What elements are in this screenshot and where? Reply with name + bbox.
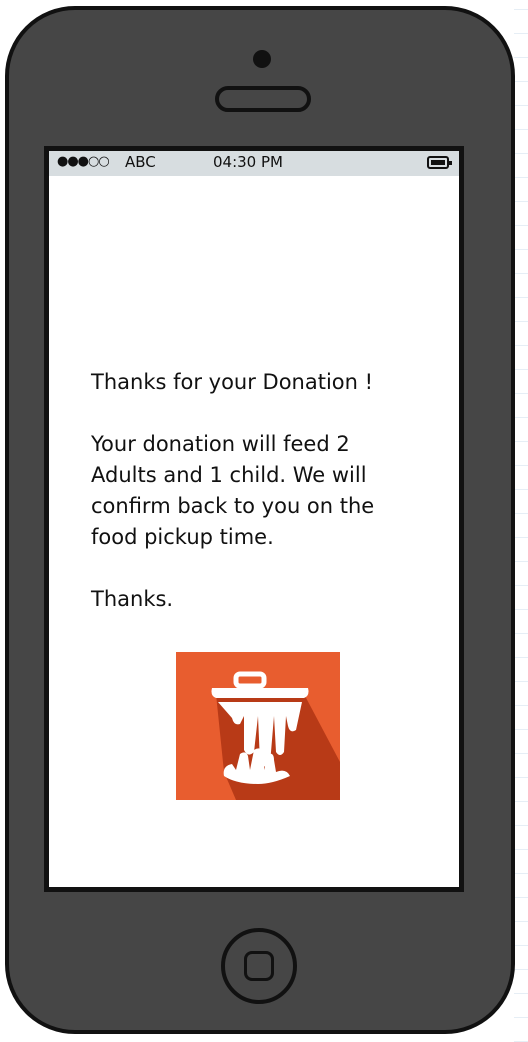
home-square-icon — [244, 951, 274, 981]
trash-can-hand-icon — [176, 652, 340, 800]
message-closing: Thanks. — [91, 587, 174, 611]
message-body: Your donation will feed 2 Adults and 1 c… — [91, 432, 375, 549]
home-button[interactable] — [221, 928, 297, 1004]
signal-strength: ●●●○○ — [57, 154, 110, 169]
status-bar: ●●●○○ ABC 04:30 PM — [49, 151, 459, 176]
camera-icon — [253, 50, 271, 68]
message-heading: Thanks for your Donation ! — [91, 370, 374, 394]
confirmation-message: Thanks for your Donation ! Your donation… — [91, 367, 421, 646]
speaker-icon — [215, 86, 311, 112]
background-grid — [514, 0, 528, 1042]
status-time: 04:30 PM — [213, 153, 283, 171]
battery-icon — [427, 156, 452, 169]
carrier-name: ABC — [125, 153, 156, 171]
screen: ●●●○○ ABC 04:30 PM Thanks for your Donat… — [44, 146, 464, 892]
